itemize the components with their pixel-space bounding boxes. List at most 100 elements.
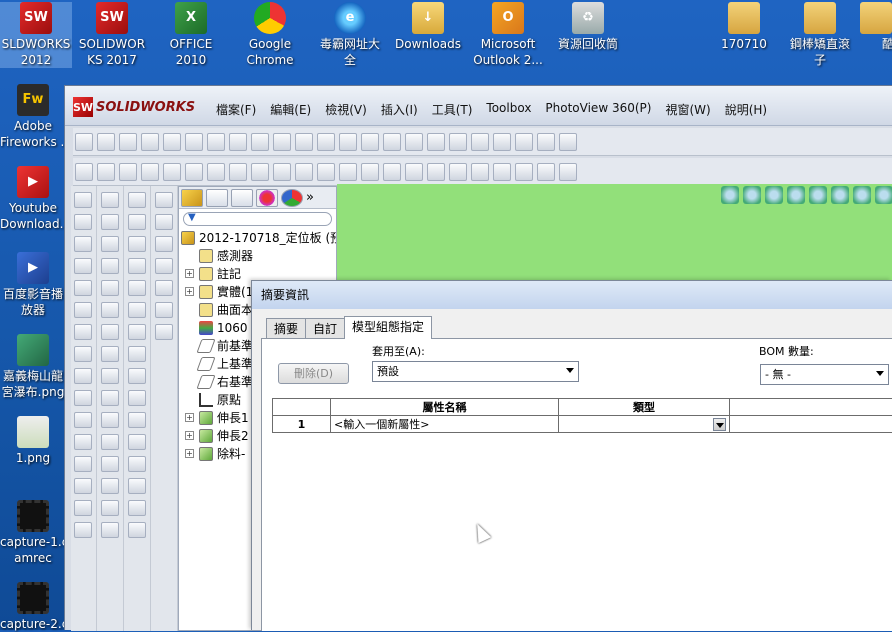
desktop-icon-recycle-bin[interactable]: ♻ 資源回收筒 <box>552 2 624 52</box>
toolbar-button-icon[interactable] <box>128 412 146 428</box>
zoom-to-area-icon[interactable] <box>743 186 761 204</box>
toolbar-button-icon[interactable] <box>74 456 92 472</box>
toolbar-button-icon[interactable] <box>74 214 92 230</box>
desktop-icon-outlook[interactable]: O Microsoft Outlook 2... <box>472 2 544 68</box>
desktop-icon-downloads[interactable]: ↓ Downloads <box>392 2 464 52</box>
toolbar-button-icon[interactable] <box>101 390 119 406</box>
toolbar-button-icon[interactable] <box>128 456 146 472</box>
apply-to-select[interactable]: 預設 <box>372 361 579 382</box>
tree-root[interactable]: 2012-170718_定位板 (預 <box>179 229 336 247</box>
toolbar-button-icon[interactable] <box>155 192 173 208</box>
toolbar-button-icon[interactable] <box>74 236 92 252</box>
ellipse-icon[interactable] <box>273 163 291 181</box>
zoom-to-fit-icon[interactable] <box>721 186 739 204</box>
curvature-icon[interactable] <box>515 133 533 151</box>
desktop-icon-1-png[interactable]: 1.png <box>0 416 66 466</box>
spline-icon[interactable] <box>251 163 269 181</box>
edit-macro-icon[interactable] <box>163 133 181 151</box>
property-name-cell[interactable]: <輸入一個新屬性> <box>331 416 559 433</box>
toolbar-button-icon[interactable] <box>101 192 119 208</box>
equations-icon[interactable] <box>273 133 291 151</box>
spell-check-icon[interactable] <box>185 133 203 151</box>
menu-photoview[interactable]: PhotoView 360(P) <box>538 99 658 120</box>
toolbar-button-icon[interactable] <box>128 302 146 318</box>
toolbar-button-icon[interactable] <box>101 236 119 252</box>
toolbar-button-icon[interactable] <box>128 324 146 340</box>
menu-view[interactable]: 檢視(V) <box>318 99 374 120</box>
record-icon[interactable] <box>141 133 159 151</box>
toolbar-button-icon[interactable] <box>74 324 92 340</box>
type-dropdown-icon[interactable] <box>713 418 726 431</box>
parting-line-icon[interactable] <box>427 133 445 151</box>
toolbar-button-icon[interactable] <box>74 368 92 384</box>
toolbar-button-icon[interactable] <box>155 280 173 296</box>
expand-icon[interactable]: + <box>185 413 194 422</box>
feature-manager-tab-icon[interactable] <box>181 189 203 207</box>
line-icon[interactable] <box>119 163 137 181</box>
polygon-icon[interactable] <box>295 163 313 181</box>
hide-show-items-icon[interactable] <box>853 186 871 204</box>
circle-icon[interactable] <box>185 163 203 181</box>
arc-icon[interactable] <box>207 163 225 181</box>
dimxpert-tab-icon[interactable] <box>256 189 278 207</box>
pause-icon[interactable] <box>119 133 137 151</box>
toolbar-button-icon[interactable] <box>128 346 146 362</box>
desktop-icon-duba[interactable]: e 毒霸网址大 全 <box>314 2 386 68</box>
toolbar-button-icon[interactable] <box>101 302 119 318</box>
toolbar-button-icon[interactable] <box>155 324 173 340</box>
type-cell[interactable] <box>559 416 730 433</box>
toolbar-button-icon[interactable] <box>128 258 146 274</box>
tree-filter-input[interactable]: ▼ <box>183 212 332 226</box>
toolbar-button-icon[interactable] <box>155 214 173 230</box>
mass-properties-icon[interactable] <box>229 133 247 151</box>
solidworks-logo[interactable]: SW SOLIDWORKS <box>73 96 195 118</box>
display-manager-tab-icon[interactable] <box>281 189 303 207</box>
toolbar-button-icon[interactable] <box>128 368 146 384</box>
undercut-icon[interactable] <box>405 133 423 151</box>
desktop-icon-folder-steel[interactable]: 鋼棒矯直滾 子 <box>784 2 856 68</box>
toolbar-button-icon[interactable] <box>128 236 146 252</box>
toolbar-button-icon[interactable] <box>101 456 119 472</box>
toolbar-button-icon[interactable] <box>74 500 92 516</box>
column-header-property-name[interactable]: 屬性名稱 <box>331 399 559 416</box>
toolbar-button-icon[interactable] <box>128 478 146 494</box>
more-tabs-icon[interactable]: » <box>306 189 314 206</box>
desktop-icon-solidworks-2017[interactable]: SW SOLIDWOR KS 2017 <box>76 2 148 68</box>
relations-icon[interactable] <box>493 163 511 181</box>
expand-icon[interactable]: + <box>185 449 194 458</box>
menu-help[interactable]: 說明(H) <box>718 99 774 120</box>
point-icon[interactable] <box>317 163 335 181</box>
import-diagnostics-icon[interactable] <box>471 133 489 151</box>
toolbar-button-icon[interactable] <box>74 390 92 406</box>
toolbar-button-icon[interactable] <box>74 434 92 450</box>
desktop-icon-waterfall-png[interactable]: 嘉義梅山龍 宮瀑布.png <box>0 334 66 400</box>
slot-icon[interactable] <box>163 163 181 181</box>
toolbar-button-icon[interactable] <box>128 390 146 406</box>
sum-icon[interactable] <box>339 133 357 151</box>
toolbar-button-icon[interactable] <box>101 412 119 428</box>
draft-analysis-icon[interactable] <box>361 133 379 151</box>
measure-icon[interactable] <box>207 133 225 151</box>
menu-window[interactable]: 視窗(W) <box>658 99 717 120</box>
desktop-icon-youtube-downloader[interactable]: ▶ Youtube Download... <box>0 166 66 232</box>
toolbar-button-icon[interactable] <box>101 324 119 340</box>
toolbar-button-icon[interactable] <box>74 192 92 208</box>
text-icon[interactable] <box>361 163 379 181</box>
toolbar-button-icon[interactable] <box>155 236 173 252</box>
expand-icon[interactable]: + <box>185 269 194 278</box>
tab-custom[interactable]: 自訂 <box>305 318 345 339</box>
move-icon[interactable] <box>449 163 467 181</box>
bom-quantity-select[interactable]: - 無 - <box>760 364 889 385</box>
toolbar-button-icon[interactable] <box>101 258 119 274</box>
toolbar-button-icon[interactable] <box>101 346 119 362</box>
toolbar-button-icon[interactable] <box>74 478 92 494</box>
display-style-icon[interactable] <box>831 186 849 204</box>
edit-appearance-icon[interactable] <box>875 186 892 204</box>
centerline-icon[interactable] <box>339 163 357 181</box>
desktop-icon-capture-2[interactable]: capture-2.c <box>0 582 66 632</box>
pattern-icon[interactable] <box>471 163 489 181</box>
sketch-icon[interactable] <box>75 163 93 181</box>
stop-icon[interactable] <box>97 133 115 151</box>
thickness-icon[interactable] <box>383 133 401 151</box>
view-orientation-icon[interactable] <box>809 186 827 204</box>
